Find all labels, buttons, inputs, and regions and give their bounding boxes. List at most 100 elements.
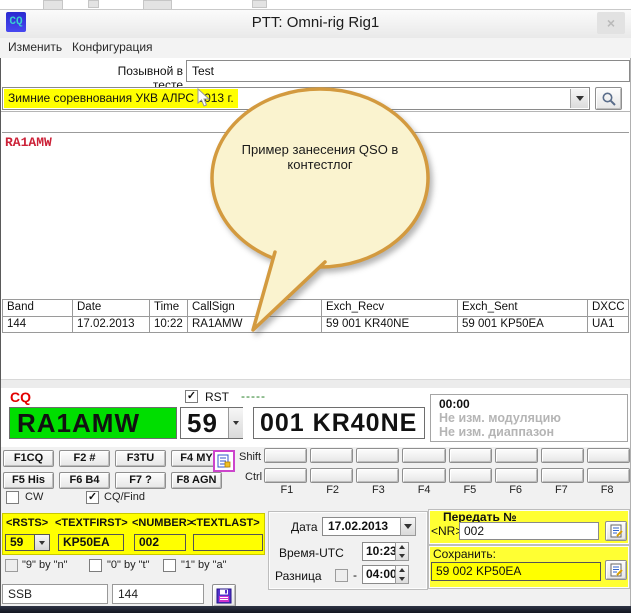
ctrl-f3-button[interactable] [356,468,399,483]
menu-item-configuration[interactable]: Конфигурация [72,40,153,54]
ctrl-f6-button[interactable] [495,468,538,483]
utc-time-label: Время-UTC [279,546,344,560]
f2-label: F2 [310,484,356,496]
rsts-dropdown-button[interactable] [34,534,50,551]
shift-f5-button[interactable] [449,448,492,463]
fkey-labels-row: F1 F2 F3 F4 F5 F6 F7 F8 [264,484,630,496]
macro-editor-button[interactable] [213,450,235,472]
band-field[interactable]: 144 [112,584,204,604]
cqfind-checkbox-label: CQ/Find [104,491,145,503]
f1-cq-button[interactable]: F1CQ [3,450,54,467]
contest-search-button[interactable] [595,87,622,110]
column-header-exch-sent[interactable]: Exch_Sent [458,300,588,317]
column-header-time[interactable]: Time [150,300,188,317]
rst-dropdown-button[interactable] [228,408,243,438]
test-callsign-input[interactable]: Test [186,60,630,82]
f6-b4-button[interactable]: F6 B4 [59,472,110,489]
shift-f8-button[interactable] [587,448,630,463]
ctrl-f5-button[interactable] [449,468,492,483]
menu-item-edit[interactable]: Изменить [8,40,62,54]
exchange-entry-field[interactable]: 001 KR40NE [253,407,425,439]
chevron-down-icon [233,421,239,425]
f3-tu-button[interactable]: F3TU [115,450,166,467]
ctrl-f2-button[interactable] [310,468,353,483]
f4-label: F4 [401,484,447,496]
shift-f6-button[interactable] [495,448,538,463]
f5-his-button[interactable]: F5 His [3,472,54,489]
number-header: <NUMBER> [132,517,193,529]
macro-list-icon [217,454,231,468]
save-log-button[interactable] [212,584,236,607]
date-dropdown-button[interactable] [400,517,416,536]
operator-callsign: RA1AMW [5,135,52,150]
chevron-down-icon [39,541,45,545]
save-field[interactable]: 59 002 KP50EA [431,562,601,581]
function-keys-area: F1CQ F2 # F3TU F4 MY F5 His F6 B4 F7 ? F… [0,447,631,507]
textlast-field[interactable] [193,534,263,551]
ctrl-f8-button[interactable] [587,468,630,483]
textfirst-header: <TEXTFIRST> [55,517,128,529]
one-by-a-checkbox[interactable] [163,559,176,572]
f6-label: F6 [493,484,539,496]
close-button[interactable]: × [597,12,625,34]
textlast-header: <TEXTLAST> [190,517,260,529]
app-window: CQ PTT: Omni-rig Rig1 × Изменить Конфигу… [0,0,631,613]
nine-by-n-label: "9" by "n" [22,559,68,571]
ctrl-f1-button[interactable] [264,468,307,483]
spin-up-icon [399,545,405,549]
datetime-panel: Дата 17.02.2013 Время-UTC 10:23 Разница … [268,511,428,590]
textfirst-field[interactable]: KP50EA [58,534,124,551]
rig-status-box: 00:00 Не изм. модуляцию Не изм. диаппазо… [430,394,628,442]
time-diff-label: Разница [275,569,322,583]
save-edit-button[interactable] [605,560,627,580]
cw-checkbox-label: CW [25,491,43,503]
number-field[interactable]: 002 [134,534,186,551]
column-header-band[interactable]: Band [3,300,73,317]
f7-query-button[interactable]: F7 ? [115,472,166,489]
ctrl-row-label: Ctrl [245,471,262,483]
exchange-template-panel: <RSTS> <TEXTFIRST> <NUMBER> <TEXTLAST> 5… [2,513,265,555]
utc-time-field[interactable]: 10:23 [362,542,396,561]
save-group: Сохранить: 59 002 KP50EA [428,545,630,589]
shift-f1-button[interactable] [264,448,307,463]
time-diff-checkbox[interactable] [335,569,348,582]
shift-macro-row [264,448,630,463]
ctrl-f7-button[interactable] [541,468,584,483]
zero-by-t-checkbox[interactable] [89,559,102,572]
column-header-dxcc[interactable]: DXCC [588,300,628,317]
time-diff-field[interactable]: 04:00 [362,565,396,584]
cell-date: 17.02.2013 [73,317,150,332]
shift-f7-button[interactable] [541,448,584,463]
shift-f4-button[interactable] [402,448,445,463]
shift-f2-button[interactable] [310,448,353,463]
rst-checkbox[interactable] [185,390,198,403]
rsts-header: <RSTS> [6,517,48,529]
contest-dropdown-button[interactable] [570,89,588,108]
one-by-a-label: "1" by "a" [181,559,227,571]
callsign-entry-field[interactable]: RA1AMW [9,407,177,439]
qso-timer: 00:00 [439,397,627,411]
time-diff-spinner[interactable] [395,565,409,584]
shift-f3-button[interactable] [356,448,399,463]
date-field[interactable]: 17.02.2013 [322,517,401,536]
rst-dashes: ----- [241,389,266,403]
time-diff-minus: - [353,568,357,582]
mode-field[interactable]: SSB [2,584,108,604]
nr-edit-button[interactable] [605,521,627,541]
f2-number-button[interactable]: F2 # [59,450,110,467]
date-label: Дата [291,520,318,534]
callout-balloon [185,82,445,340]
time-spinner[interactable] [395,542,409,561]
bottom-area: <RSTS> <TEXTFIRST> <NUMBER> <TEXTLAST> 5… [0,507,631,606]
cw-checkbox[interactable] [6,491,19,504]
nr-field[interactable]: 002 [459,522,599,540]
callout-text: Пример занесения QSO в контестлог [228,142,412,172]
cqfind-checkbox[interactable] [86,491,99,504]
rsts-field[interactable]: 59 [5,534,35,551]
window-title: PTT: Omni-rig Rig1 [0,14,631,31]
ctrl-f4-button[interactable] [402,468,445,483]
f8-agn-button[interactable]: F8 AGN [171,472,222,489]
search-icon [601,91,617,107]
column-header-date[interactable]: Date [73,300,150,317]
nine-by-n-checkbox[interactable] [5,559,18,572]
